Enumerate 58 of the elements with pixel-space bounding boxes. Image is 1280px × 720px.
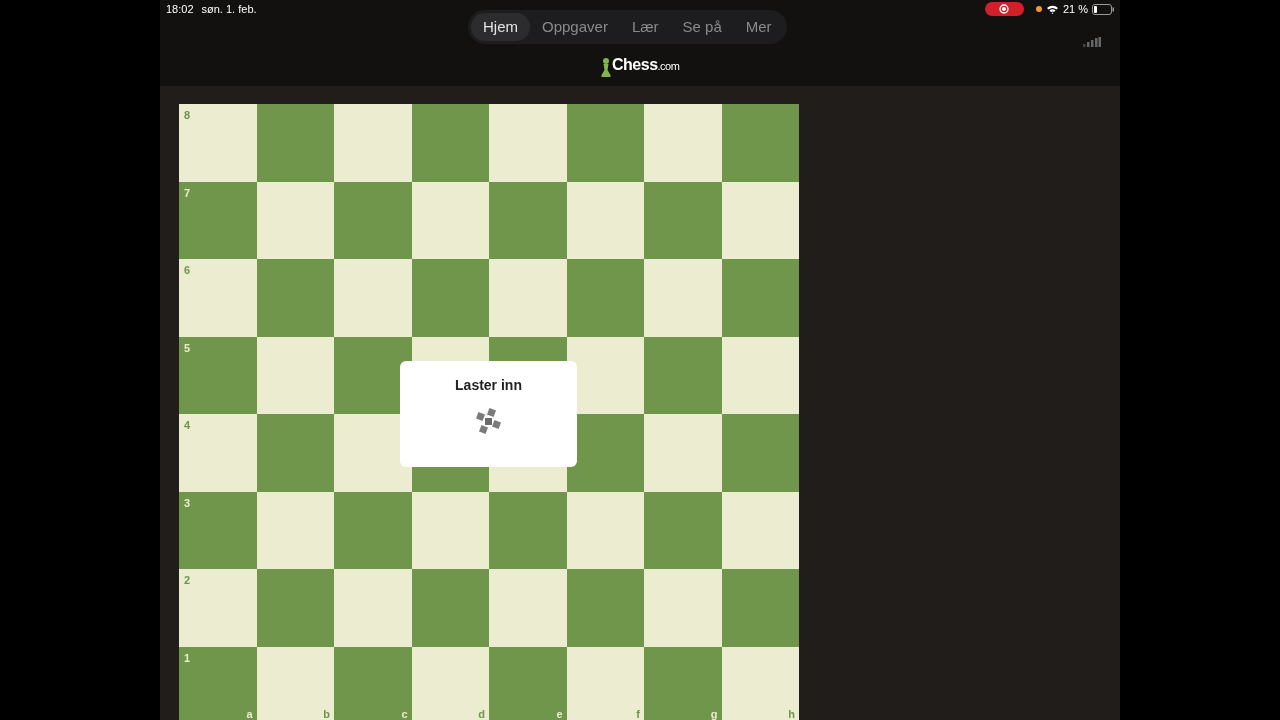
record-icon — [999, 4, 1010, 14]
rank-label: 1 — [184, 650, 191, 666]
board-square[interactable]: 8 — [179, 104, 257, 182]
board-square[interactable] — [256, 336, 334, 414]
board-square[interactable] — [256, 181, 334, 259]
loading-spinner-icon — [473, 407, 504, 437]
file-label: f — [636, 709, 640, 720]
board-square[interactable]: h — [721, 646, 799, 720]
nav-tab[interactable]: Hjem — [471, 13, 530, 41]
board-square[interactable] — [721, 181, 799, 259]
rank-label: 4 — [184, 418, 191, 433]
board-square[interactable]: g — [644, 646, 722, 720]
status-time: 18:02 — [166, 1, 194, 17]
board-square[interactable]: c — [334, 646, 412, 720]
file-label: g — [710, 709, 718, 720]
dialog-title: Laster inn — [455, 376, 522, 395]
board-square[interactable]: 5 — [179, 336, 257, 414]
board-square[interactable]: b — [256, 646, 334, 720]
rank-label: 8 — [184, 108, 191, 123]
file-label: a — [246, 709, 253, 720]
battery-percentage: 21 % — [1062, 1, 1088, 17]
signal-icon — [1083, 37, 1101, 47]
rank-label: 6 — [184, 263, 191, 278]
board-square[interactable] — [411, 181, 489, 259]
board-square[interactable]: d — [411, 646, 489, 720]
nav-tab[interactable]: Se på — [670, 13, 734, 41]
file-label: h — [788, 709, 795, 720]
board-square[interactable] — [721, 336, 799, 414]
rank-label: 5 — [184, 340, 191, 356]
file-label: e — [556, 709, 563, 720]
board-square[interactable]: 2 — [179, 569, 257, 647]
wifi-icon — [1045, 4, 1059, 14]
board-square[interactable] — [566, 181, 644, 259]
board-square[interactable]: e — [489, 646, 567, 720]
rank-label: 7 — [184, 185, 191, 201]
board-square[interactable]: 1 a — [179, 646, 257, 720]
pawn-icon — [600, 57, 612, 77]
board-square[interactable] — [411, 491, 489, 569]
logo-text: Chess.com — [612, 55, 680, 75]
privacy-dot-icon — [1035, 6, 1042, 12]
battery-icon — [1092, 3, 1114, 15]
board-square[interactable]: f — [566, 646, 644, 720]
board-square[interactable] — [256, 491, 334, 569]
file-label: d — [478, 709, 485, 720]
board-square[interactable]: 6 — [179, 259, 257, 337]
status-date: søn. 1. feb. — [201, 1, 257, 17]
board-square[interactable]: 4 — [179, 414, 257, 492]
board-square[interactable] — [566, 491, 644, 569]
file-label: c — [401, 709, 408, 720]
board-square[interactable]: 3 — [179, 491, 257, 569]
nav-tab[interactable]: Lær — [619, 13, 671, 41]
rank-label: 2 — [184, 573, 191, 588]
file-label: b — [323, 709, 330, 720]
board-square[interactable] — [721, 491, 799, 569]
nav-tab[interactable]: Oppgaver — [530, 13, 620, 41]
nav-tab[interactable]: Mer — [733, 13, 784, 41]
rank-label: 3 — [184, 495, 191, 511]
board-square[interactable]: 7 — [179, 181, 257, 259]
